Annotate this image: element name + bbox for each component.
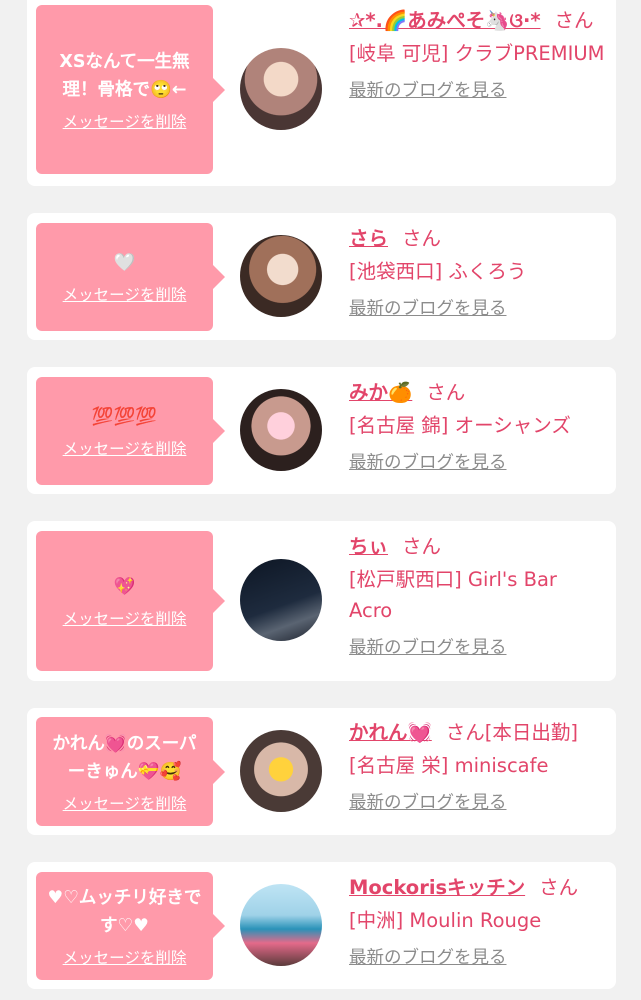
girl-name-link[interactable]: さら [349,227,388,250]
honorific: さん [402,535,442,558]
message-card: ♥♡ムッチリ好きです♡♥ メッセージを削除 Mockorisキッチン さん [中洲… [27,862,616,989]
message-card: 💖 メッセージを削除 ちぃ さん [松戸駅西口] Girl's Bar Acro … [27,521,616,681]
latest-blog-link[interactable]: 最新のブログを見る [349,944,507,969]
name-line: みか🍊 さん [349,377,606,408]
avatar[interactable] [240,48,322,130]
delete-message-link[interactable]: メッセージを削除 [63,110,187,132]
girl-name-link[interactable]: かれん💓 [349,721,432,744]
message-card: 🤍 メッセージを削除 さら さん [池袋西口] ふくろう 最新のブログを見る [27,213,616,340]
profile-info: ✰*.🌈あみぺそ🦄ଓ·* さん [岐阜 可児] クラブPREMIUM 最新のブログ… [349,5,606,102]
name-line: ✰*.🌈あみぺそ🦄ଓ·* さん [349,5,606,36]
honorific: さん [402,227,442,250]
honorific: さん [554,9,594,32]
shop-name: [名古屋 栄] miniscafe [349,754,549,777]
delete-message-link[interactable]: メッセージを削除 [63,607,187,629]
profile-info: みか🍊 さん [名古屋 錦] オーシャンズ 最新のブログを見る [349,377,606,474]
name-line: さら さん [349,223,606,254]
avatar[interactable] [240,884,322,966]
honorific: さん [539,876,579,899]
girl-name-link[interactable]: ✰*.🌈あみぺそ🦄ଓ·* [349,9,541,32]
profile-info: かれん💓 さん[本日出勤] [名古屋 栄] miniscafe 最新のブログを見る [349,717,606,814]
name-line: Mockorisキッチン さん [349,872,606,903]
avatar[interactable] [240,559,322,641]
latest-blog-link[interactable]: 最新のブログを見る [349,77,507,102]
avatar[interactable] [240,389,322,471]
shop-name: [松戸駅西口] Girl's Bar Acro [349,568,557,622]
latest-blog-link[interactable]: 最新のブログを見る [349,634,507,659]
delete-message-link[interactable]: メッセージを削除 [63,792,187,814]
shop-name: [中洲] Moulin Rouge [349,909,542,932]
message-text: 🤍 [113,253,136,273]
girl-name-link[interactable]: みか🍊 [349,381,412,404]
avatar[interactable] [240,730,322,812]
message-card: 💯💯💯 メッセージを削除 みか🍊 さん [名古屋 錦] オーシャンズ 最新のブログ… [27,367,616,494]
latest-blog-link[interactable]: 最新のブログを見る [349,449,507,474]
message-bubble: ♥♡ムッチリ好きです♡♥ メッセージを削除 [36,872,225,980]
message-bubble: 💯💯💯 メッセージを削除 [36,377,225,485]
message-bubble: かれん💓のスーパーきゅん💝🥰 メッセージを削除 [36,717,225,826]
delete-message-link[interactable]: メッセージを削除 [63,946,187,968]
delete-message-link[interactable]: メッセージを削除 [63,283,187,305]
name-line: ちぃ さん [349,531,606,562]
message-card: かれん💓のスーパーきゅん💝🥰 メッセージを削除 かれん💓 さん[本日出勤] [名古… [27,708,616,835]
latest-blog-link[interactable]: 最新のブログを見る [349,789,507,814]
message-text: かれん💓のスーパーきゅん💝🥰 [52,733,197,782]
delete-message-link[interactable]: メッセージを削除 [63,437,187,459]
profile-info: ちぃ さん [松戸駅西口] Girl's Bar Acro 最新のブログを見る [349,531,606,659]
message-text: 💖 [113,577,136,597]
shop-name: [池袋西口] ふくろう [349,260,527,283]
name-line: かれん💓 さん[本日出勤] [349,717,606,748]
message-text: ♥♡ムッチリ好きです♡♥ [47,888,202,936]
message-bubble: 💖 メッセージを削除 [36,531,225,671]
profile-info: Mockorisキッチン さん [中洲] Moulin Rouge 最新のブログを… [349,872,606,969]
honorific: さん[本日出勤] [445,721,578,744]
message-card: XSなんて一生無理！骨格で🙄← メッセージを削除 ✰*.🌈あみぺそ🦄ଓ·* さん … [27,0,616,186]
latest-blog-link[interactable]: 最新のブログを見る [349,295,507,320]
shop-name: [名古屋 錦] オーシャンズ [349,414,571,437]
girl-name-link[interactable]: Mockorisキッチン [349,876,525,899]
message-text: XSなんて一生無理！骨格で🙄← [59,51,190,100]
message-bubble: XSなんて一生無理！骨格で🙄← メッセージを削除 [36,5,225,174]
shop-name: [岐阜 可児] クラブPREMIUM [349,42,605,65]
honorific: さん [426,381,466,404]
message-bubble: 🤍 メッセージを削除 [36,223,225,331]
avatar[interactable] [240,235,322,317]
profile-info: さら さん [池袋西口] ふくろう 最新のブログを見る [349,223,606,320]
girl-name-link[interactable]: ちぃ [349,535,388,558]
message-text: 💯💯💯 [91,407,158,427]
